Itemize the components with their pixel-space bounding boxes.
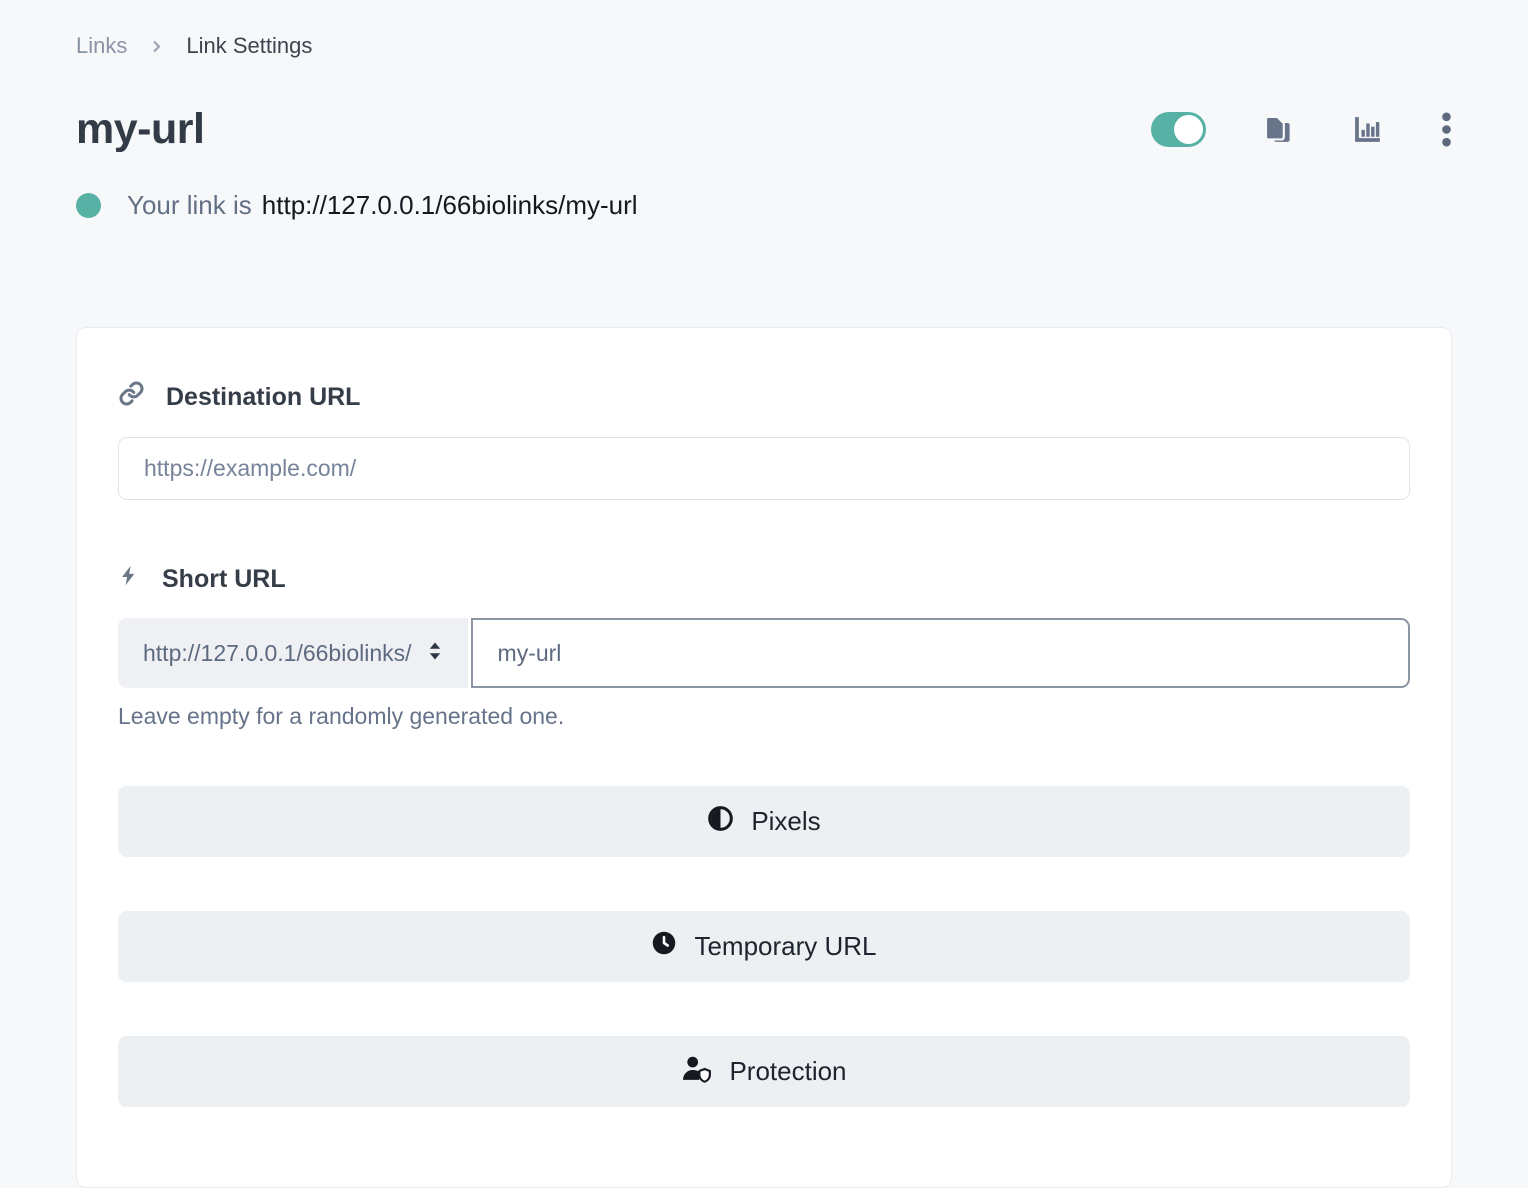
short-url-helper-text: Leave empty for a randomly generated one… (118, 703, 1410, 730)
header-actions (1151, 112, 1452, 147)
bar-chart-icon (1351, 113, 1384, 146)
pixels-section-button[interactable]: Pixels (118, 786, 1410, 857)
short-url-domain-select[interactable]: http://127.0.0.1/66biolinks/ (118, 618, 468, 688)
breadcrumb-links[interactable]: Links (76, 33, 127, 59)
copy-link-button[interactable] (1263, 114, 1294, 145)
breadcrumb: Links Link Settings (76, 33, 1452, 59)
contrast-icon (707, 805, 734, 839)
user-shield-icon (681, 1054, 712, 1090)
page-title: my-url (76, 105, 204, 154)
more-options-button[interactable] (1441, 112, 1452, 147)
pixels-button-label: Pixels (751, 806, 820, 837)
page-header: my-url (76, 105, 1452, 154)
destination-url-input[interactable] (118, 437, 1410, 500)
sort-arrows-icon (427, 640, 443, 667)
temporary-url-section-button[interactable]: Temporary URL (118, 911, 1410, 982)
link-status-label: Your link is (127, 190, 252, 221)
toggle-knob (1174, 115, 1203, 144)
link-enabled-toggle[interactable] (1151, 112, 1206, 147)
link-icon (118, 380, 145, 414)
link-status-row: Your link is http://127.0.0.1/66biolinks… (76, 190, 1452, 221)
link-settings-page: Links Link Settings my-url (0, 0, 1528, 1188)
short-link-url[interactable]: http://127.0.0.1/66biolinks/my-url (262, 190, 638, 221)
kebab-menu-icon (1441, 112, 1452, 147)
destination-url-label: Destination URL (166, 383, 360, 412)
domain-select-value: http://127.0.0.1/66biolinks/ (143, 640, 412, 667)
short-url-label-row: Short URL (118, 563, 1410, 595)
destination-url-label-row: Destination URL (118, 380, 1410, 414)
lightning-bolt-icon (118, 563, 141, 595)
short-url-group: http://127.0.0.1/66biolinks/ (118, 618, 1410, 688)
status-dot-icon (76, 193, 101, 218)
chevron-right-icon (149, 39, 164, 54)
protection-section-button[interactable]: Protection (118, 1036, 1410, 1107)
clock-icon (651, 930, 677, 963)
statistics-button[interactable] (1351, 113, 1384, 146)
short-url-label: Short URL (162, 565, 286, 594)
link-settings-card: Destination URL Short URL http://127.0.0… (76, 327, 1452, 1188)
breadcrumb-current: Link Settings (186, 33, 312, 59)
protection-button-label: Protection (729, 1056, 846, 1087)
short-url-slug-input[interactable] (471, 618, 1410, 688)
copy-icon (1263, 114, 1294, 145)
temporary-url-button-label: Temporary URL (694, 931, 876, 962)
